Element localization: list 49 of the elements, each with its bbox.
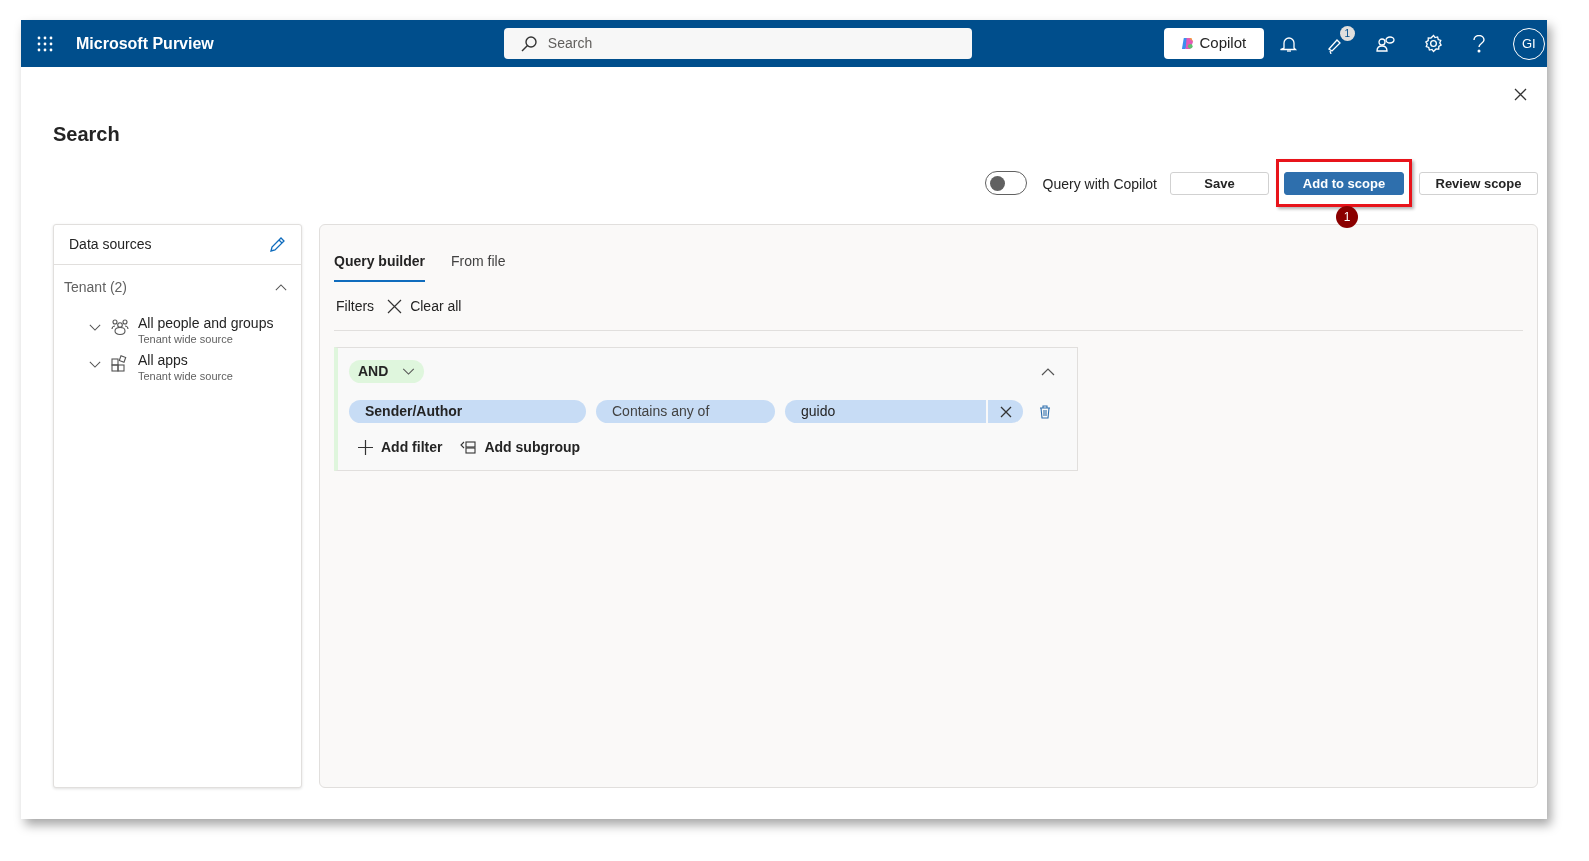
trash-icon[interactable] <box>1039 404 1051 419</box>
close-icon <box>387 298 403 314</box>
page-title: Search <box>53 122 121 146</box>
toolbar-button[interactable]: Add to scope <box>1284 172 1404 196</box>
panel-title: Data sources <box>69 235 152 254</box>
source-subtitle: Tenant wide source <box>138 332 234 346</box>
add-filter-button[interactable]: Add filter <box>358 437 443 458</box>
toolbar-button[interactable]: Save <box>1170 172 1269 196</box>
clear-all-button[interactable]: Clear all <box>387 295 462 317</box>
toggle-label: Query with Copilot <box>1042 175 1157 194</box>
people-icon <box>111 318 129 336</box>
chevron-icon[interactable] <box>89 361 101 368</box>
search-icon <box>519 34 538 53</box>
people-feedback-icon[interactable] <box>1375 34 1396 53</box>
close-icon <box>999 405 1012 418</box>
value-pill[interactable]: guido <box>785 400 986 423</box>
settings-icon[interactable] <box>1423 34 1443 53</box>
copilot-button[interactable]: Copilot <box>1163 28 1264 59</box>
tab[interactable]: Query builder <box>334 251 426 282</box>
notification-badge: 1 <box>1339 25 1355 41</box>
remove-value-button[interactable] <box>988 400 1023 423</box>
source-subtitle: Tenant wide source <box>138 369 233 383</box>
source-name[interactable]: All people and groups <box>138 315 274 332</box>
add-subgroup-button[interactable]: Add subgroup <box>460 437 581 458</box>
close-icon[interactable] <box>1514 88 1527 101</box>
source-name[interactable]: All apps <box>138 352 233 369</box>
copilot-toggle[interactable] <box>984 171 1027 195</box>
operator-dropdown[interactable]: AND <box>349 360 425 383</box>
search-field[interactable]: Search <box>503 28 972 59</box>
chevron-icon[interactable] <box>275 283 287 291</box>
field-pill[interactable]: Sender/Author <box>349 400 586 423</box>
chevron-icon <box>402 368 416 375</box>
bell-icon[interactable] <box>1279 34 1298 53</box>
copilot-logo-icon <box>1181 37 1195 50</box>
chevron-icon[interactable] <box>1041 367 1055 376</box>
tab[interactable]: From file <box>451 251 506 282</box>
app-launcher-icon[interactable] <box>37 35 53 52</box>
toolbar-button[interactable]: Review scope <box>1419 172 1538 196</box>
edit-pencil-icon[interactable] <box>269 236 286 253</box>
operator-pill[interactable]: Contains any of <box>596 400 775 423</box>
apps-icon <box>111 355 129 373</box>
search-input[interactable]: Search <box>547 33 928 54</box>
group-label[interactable]: Tenant (2) <box>64 276 128 298</box>
subgroup-icon <box>460 441 477 454</box>
plus-icon <box>358 440 373 455</box>
filters-label: Filters <box>336 296 375 316</box>
chevron-icon[interactable] <box>89 324 101 331</box>
help-icon[interactable] <box>1472 34 1485 53</box>
app-title[interactable]: Microsoft Purview <box>76 31 214 56</box>
